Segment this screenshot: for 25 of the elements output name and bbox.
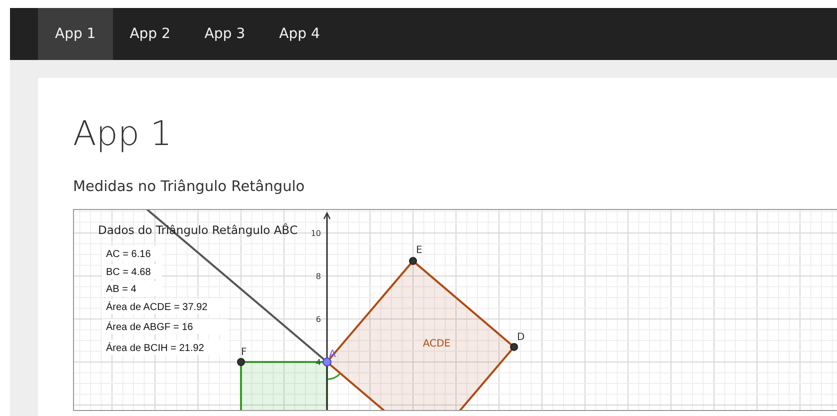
point-label: D (517, 332, 525, 343)
point-label: F (241, 346, 247, 358)
measure-text: Área de ACDE = 37.92 (106, 302, 208, 313)
page-title: App 1 (73, 114, 173, 155)
measure-text: Área de ABGF = 16 (106, 322, 193, 333)
nav-tab[interactable]: App 1 (38, 8, 113, 60)
measure-text: BC = 4.68 (106, 266, 151, 278)
measure-text: AB = 4 (106, 284, 136, 295)
nav-tab[interactable]: App 4 (262, 8, 337, 60)
point[interactable] (237, 358, 245, 366)
point-label: E (416, 244, 422, 256)
nav-tab[interactable]: App 2 (112, 8, 188, 60)
angle-arc (326, 372, 342, 380)
axis-label: 4 (316, 358, 321, 367)
axis-label: 10 (310, 228, 321, 238)
point[interactable] (322, 357, 332, 366)
nav-tab[interactable]: App 3 (187, 8, 262, 60)
measure-text: AC = 6.16 (106, 248, 151, 260)
polygon-label: ACDE (422, 338, 450, 350)
axis-label: 8 (316, 272, 321, 281)
axis-label: 6 (316, 314, 321, 324)
point[interactable] (510, 342, 518, 351)
page-subtitle: Medidas no Triângulo Retângulo (73, 178, 306, 195)
point[interactable] (409, 256, 417, 265)
measure-text: Área de BCIH = 21.92 (106, 342, 204, 354)
